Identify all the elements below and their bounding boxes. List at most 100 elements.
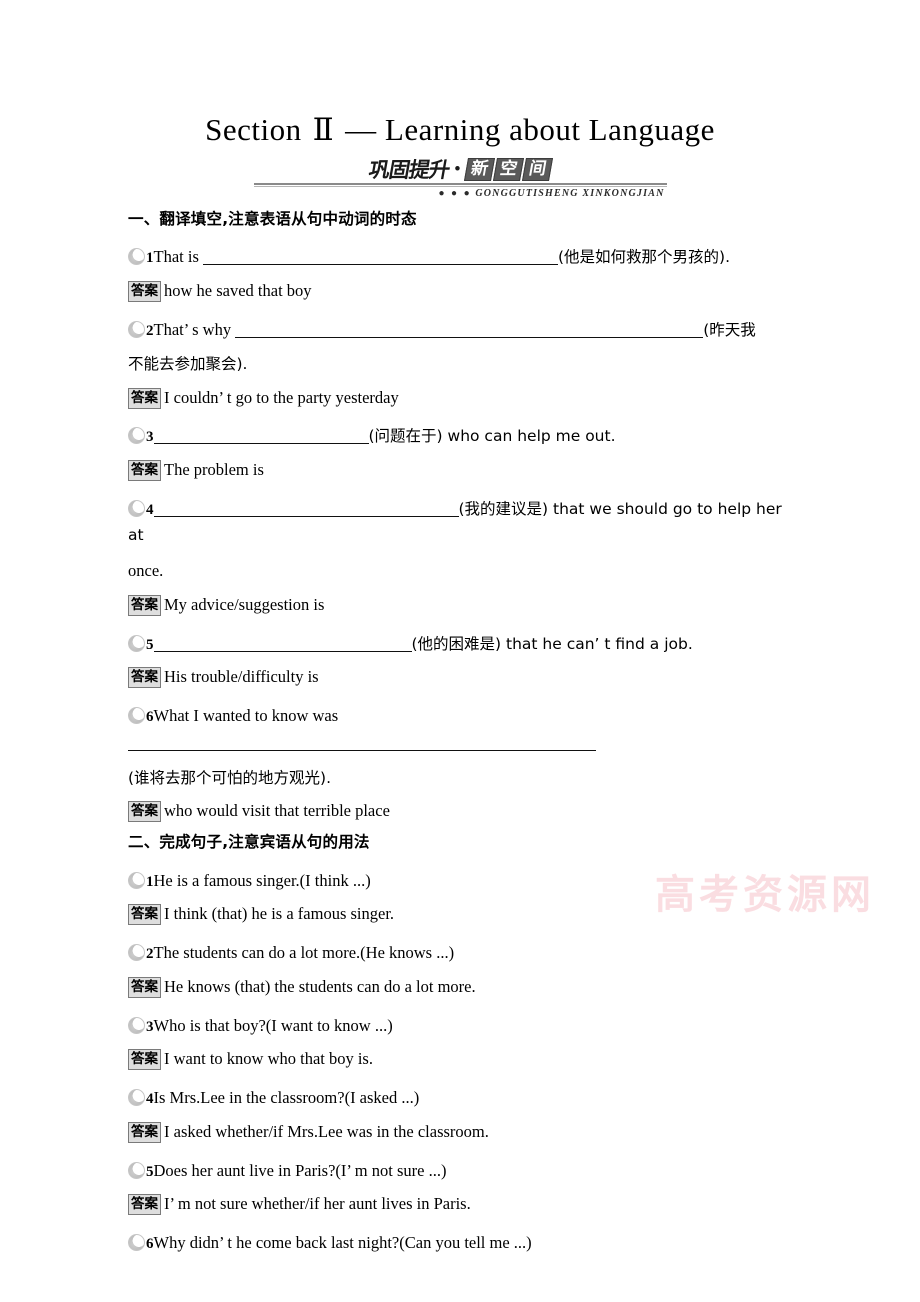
answer-text: My advice/suggestion is [164,594,325,614]
banner-boxed-characters: 新 空 间 [463,158,553,181]
bullet-sphere-icon [128,1161,145,1179]
bullet-sphere-icon [128,320,145,338]
question-number: 1 [146,250,154,267]
question-hint: (他是如何救那个男孩的). [558,248,731,267]
banner-box-char-2: 空 [492,158,524,181]
question-number: 5 [146,1163,154,1180]
question-item: 6What I wanted to know was [128,703,800,756]
question-number: 4 [146,501,154,518]
title-subject: Learning about Language [384,112,715,147]
question-prompt: That is [153,247,199,267]
answer-row: 答案 I asked whether/if Mrs.Lee was in the … [128,1120,800,1145]
answer-badge: 答案 [128,667,161,689]
bullet-sphere-icon [128,1089,145,1107]
answer-text: I asked whether/if Mrs.Lee was in the cl… [164,1121,489,1141]
answer-text: His trouble/difficulty is [164,667,319,687]
answer-row: 答案 His trouble/difficulty is [128,665,800,690]
answer-badge: 答案 [128,976,161,998]
bullet-sphere-icon [128,427,145,445]
question-hint-continuation: (谁将去那个可怕的地方观光). [128,768,332,787]
question-number: 6 [146,709,154,726]
section-heading-2: 二、完成句子,注意宾语从句的用法 [128,833,370,852]
banner-row: 巩固提升 • 新 空 间 [254,154,667,182]
banner-divider-rule [253,183,667,187]
answer-blank[interactable] [153,429,369,445]
question-number: 2 [146,322,154,339]
answer-blank[interactable] [128,736,596,751]
answer-badge: 答案 [128,594,161,616]
answer-row: 答案 I want to know who that boy is. [128,1047,800,1072]
answer-blank[interactable] [153,502,459,517]
section-banner: 巩固提升 • 新 空 间 ● ● ● GONGGUTISHENG XINKONG… [253,154,667,200]
question-item: 3 (问题在于) who can help me out. [128,423,800,450]
question-item: 3Who is that boy?(I want to know ...) [128,1013,800,1040]
question-hint: (昨天我 [703,320,756,339]
answer-blank[interactable] [235,323,704,338]
banner-box-char-3: 间 [521,158,553,181]
question-prompt: He is a famous singer.(I think ...) [153,870,371,890]
title-dash: — [345,112,377,147]
question-number: 6 [146,1236,154,1253]
banner-pinyin: ● ● ● GONGGUTISHENG XINKONGJIAN [254,188,667,199]
title-prefix: Section [205,112,302,147]
bullet-sphere-icon [128,634,145,652]
answer-row: 答案 My advice/suggestion is [128,593,800,618]
answer-text: I want to know who that boy is. [164,1049,373,1069]
question-item: 4 (我的建议是) that we should go to help her a… [128,496,800,549]
answer-blank[interactable] [203,250,558,266]
question-hint: (他的困难是) that he can’ t find a job. [411,634,693,653]
question-prompt: Does her aunt live in Paris?(I’ m not su… [153,1160,447,1180]
worksheet-content: 一、翻译填空,注意表语从句中动词的时态 1That is (他是如何救那个男孩的… [0,208,920,1257]
bullet-sphere-icon [128,871,145,889]
answer-badge: 答案 [128,904,161,926]
question-item: 4Is Mrs.Lee in the classroom?(I asked ..… [128,1085,800,1112]
question-item: 2The students can do a lot more.(He know… [128,940,800,967]
answer-row: 答案 The problem is [128,458,800,483]
answer-badge: 答案 [128,1121,161,1143]
answer-row: 答案 how he saved that boy [128,279,800,304]
question-number: 4 [146,1091,154,1108]
bullet-sphere-icon [128,248,145,266]
title-numeral: Ⅱ [312,112,335,147]
question-number: 1 [146,873,154,890]
question-number: 2 [146,946,154,963]
question-item: 2That’ s why (昨天我 [128,317,800,344]
banner-separator-dot: • [454,159,461,180]
question-hint-continuation: 不能去参加聚会). [128,355,248,374]
question-number: 3 [146,429,154,446]
banner-pinyin-text: GONGGUTISHENG XINKONGJIAN [475,188,665,199]
answer-row: 答案 I think (that) he is a famous singer. [128,902,800,927]
answer-text: The problem is [164,460,264,480]
answer-blank[interactable] [153,637,412,652]
answer-badge: 答案 [128,460,161,482]
bullet-sphere-icon [128,944,145,962]
question-item: 1He is a famous singer.(I think ...) [128,868,800,895]
question-prompt: The students can do a lot more.(He knows… [153,943,455,963]
question-hint-continuation: once. [128,561,164,581]
answer-badge: 答案 [128,800,161,822]
answer-text: I’ m not sure whether/if her aunt lives … [164,1194,471,1214]
question-item: 5 (他的困难是) that he can’ t find a job. [128,631,800,658]
answer-text: I think (that) he is a famous singer. [164,904,395,924]
question-prompt: Why didn’ t he come back last night?(Can… [153,1233,532,1253]
answer-row: 答案 I couldn’ t go to the party yesterday [128,386,800,411]
question-item: 1That is (他是如何救那个男孩的). [128,244,800,271]
banner-box-char-1: 新 [463,158,495,181]
page-title: Section Ⅱ — Learning about Language [0,0,920,148]
question-prompt: Who is that boy?(I want to know ...) [153,1015,393,1035]
question-prompt: What I wanted to know was [153,706,339,726]
answer-text: He knows (that) the students can do a lo… [164,976,476,996]
question-item: 5Does her aunt live in Paris?(I’ m not s… [128,1158,800,1185]
answer-text: who would visit that terrible place [164,800,390,820]
banner-lead-dots: ● ● ● [438,188,472,199]
answer-row: 答案 who would visit that terrible place [128,799,800,824]
answer-text: how he saved that boy [164,280,312,300]
section-heading-1: 一、翻译填空,注意表语从句中动词的时态 [128,210,417,228]
answer-text: I couldn’ t go to the party yesterday [164,387,399,407]
answer-badge: 答案 [128,387,161,409]
question-prompt: That’ s why [153,319,232,339]
question-prompt: Is Mrs.Lee in the classroom?(I asked ...… [153,1088,420,1108]
bullet-sphere-icon [128,1234,145,1252]
bullet-sphere-icon [128,499,145,517]
question-item: 6Why didn’ t he come back last night?(Ca… [128,1230,800,1257]
